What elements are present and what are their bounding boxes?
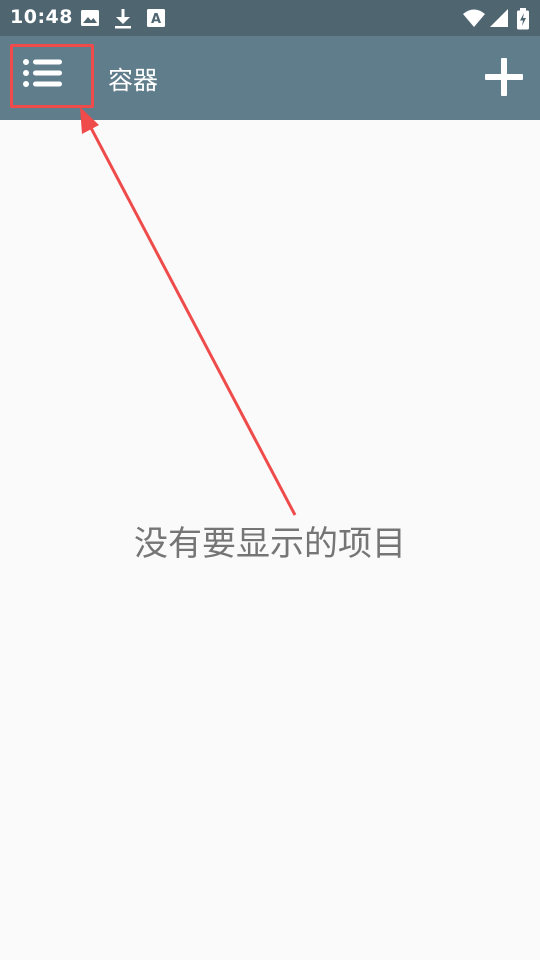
annotation-arrow: [80, 107, 297, 516]
font-a-icon: A: [146, 8, 166, 28]
signal-icon: [489, 8, 509, 28]
download-icon: [113, 8, 133, 29]
svg-text:A: A: [151, 12, 161, 27]
screen: 10:48 A 容器 没有要显示的项目: [0, 0, 540, 960]
menu-button[interactable]: [10, 44, 94, 108]
status-time: 10:48: [10, 6, 73, 28]
page-title: 容器: [108, 66, 159, 95]
image-icon: [80, 8, 100, 28]
wifi-icon: [462, 8, 486, 28]
empty-state-message: 没有要显示的项目: [134, 524, 406, 564]
add-button[interactable]: [478, 52, 530, 104]
battery-charging-icon: [516, 8, 530, 30]
status-bar: 10:48 A: [0, 0, 540, 36]
plus-icon: [478, 58, 530, 108]
app-bar: 容器: [0, 36, 540, 120]
